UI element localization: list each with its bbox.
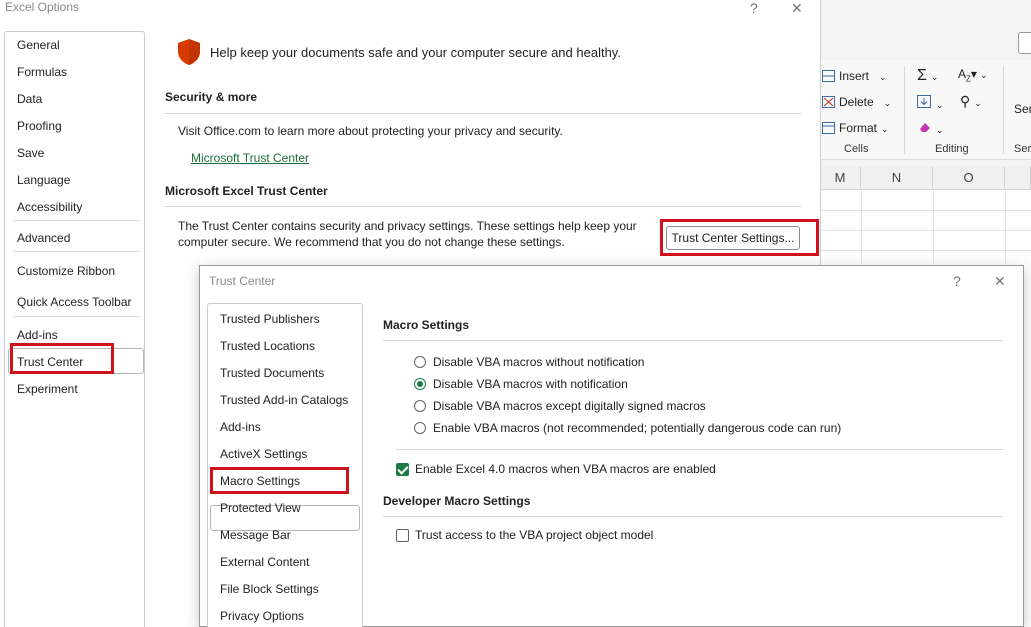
microsoft-trust-center-link[interactable]: Microsoft Trust Center <box>191 151 309 165</box>
nav-divider <box>13 251 140 252</box>
checkbox-trust-vba-object-model[interactable]: Trust access to the VBA project object m… <box>396 527 653 543</box>
delete-button[interactable]: Delete ⌄ <box>822 95 891 109</box>
nav-item-accessibility[interactable]: Accessibility <box>17 200 82 214</box>
nav-item-add-ins[interactable]: Add-ins <box>220 420 261 434</box>
nav-divider <box>13 220 140 221</box>
checkbox-checked[interactable] <box>396 462 409 476</box>
sensitivity-group-label: Ser <box>1014 143 1031 155</box>
section-divider <box>165 206 801 207</box>
highlight-macro-settings-nav <box>210 467 349 494</box>
highlight-trust-center-settings <box>660 219 819 256</box>
radio-button-selected[interactable] <box>414 378 426 390</box>
cells-group-label: Cells <box>844 143 869 155</box>
radio-button[interactable] <box>414 400 426 412</box>
nav-item-proofing[interactable]: Proofing <box>17 119 62 133</box>
trust-center-section-title: Microsoft Excel Trust Center <box>165 184 328 198</box>
ribbon-divider <box>904 66 905 154</box>
sensitivity-button[interactable]: Ser <box>1014 102 1031 116</box>
column-header-n[interactable]: N <box>861 166 933 190</box>
insert-button[interactable]: Insert ⌄ <box>822 69 887 83</box>
nav-item-trusted-publishers[interactable]: Trusted Publishers <box>220 312 320 326</box>
options-nav: General Formulas Data Proofing Save Lang… <box>4 31 145 627</box>
nav-item-privacy-options[interactable]: Privacy Options <box>220 609 304 623</box>
section-divider <box>396 449 1003 450</box>
nav-item-save[interactable]: Save <box>17 146 44 160</box>
section-divider <box>383 516 1003 517</box>
nav-item-language[interactable]: Language <box>17 173 70 187</box>
dialog-title: Trust Center <box>209 274 276 288</box>
column-header-m[interactable]: M <box>820 166 861 190</box>
nav-item-trusted-documents[interactable]: Trusted Documents <box>220 366 324 380</box>
nav-item-file-block-settings[interactable]: File Block Settings <box>220 582 319 596</box>
insert-cells-icon <box>822 70 835 82</box>
shield-icon <box>178 39 200 65</box>
radio-disable-except-signed[interactable]: Disable VBA macros except digitally sign… <box>414 398 706 414</box>
security-description: Visit Office.com to learn more about pro… <box>178 124 563 138</box>
find-select-icon[interactable]: ⚲ ⌄ <box>960 93 982 110</box>
close-button[interactable]: ✕ <box>791 0 803 17</box>
nav-item-customize-ribbon[interactable]: Customize Ribbon <box>17 264 115 278</box>
nav-item-general[interactable]: General <box>17 38 60 52</box>
grid-line <box>820 250 1031 251</box>
column-header-p[interactable] <box>1005 166 1031 190</box>
checkbox-enable-excel4-macros[interactable]: Enable Excel 4.0 macros when VBA macros … <box>396 461 716 477</box>
chevron-down-icon: ⌄ <box>881 124 889 134</box>
radio-disable-without-notification[interactable]: Disable VBA macros without notification <box>414 354 644 370</box>
nav-item-data[interactable]: Data <box>17 92 42 106</box>
section-divider <box>383 340 1003 341</box>
nav-item-experiment[interactable]: Experiment <box>17 382 78 396</box>
dialog-title: Excel Options <box>5 0 80 14</box>
radio-enable-vba-macros[interactable]: Enable VBA macros (not recommended; pote… <box>414 420 841 436</box>
nav-item-quick-access-toolbar[interactable]: Quick Access Toolbar <box>17 295 132 309</box>
column-header-o[interactable]: O <box>933 166 1005 190</box>
trust-center-nav: Trusted Publishers Trusted Locations Tru… <box>207 303 363 627</box>
macro-settings-title: Macro Settings <box>383 318 470 332</box>
developer-macro-settings-title: Developer Macro Settings <box>383 494 531 508</box>
trust-center-description: The Trust Center contains security and p… <box>178 219 637 249</box>
checkbox-unchecked[interactable] <box>396 528 409 542</box>
chevron-down-icon: ⌄ <box>883 98 892 108</box>
editing-group-label: Editing <box>935 143 969 155</box>
highlight-trust-center-nav <box>10 343 114 374</box>
nav-item-trusted-add-in-catalogs[interactable]: Trusted Add-in Catalogs <box>220 393 348 407</box>
radio-button[interactable] <box>414 356 426 368</box>
help-button[interactable]: ? <box>750 0 758 16</box>
chevron-down-icon: ⌄ <box>879 72 887 82</box>
close-button[interactable]: ✕ <box>994 273 1006 290</box>
nav-item-protected-view[interactable]: Protected View <box>220 501 301 515</box>
autosum-icon[interactable]: Σ ⌄ <box>917 67 938 85</box>
format-button[interactable]: Format ⌄ <box>822 121 889 135</box>
section-divider <box>165 113 801 114</box>
comments-icon[interactable] <box>1018 32 1031 54</box>
security-section-title: Security & more <box>165 90 258 104</box>
grid-line <box>820 230 1031 231</box>
nav-item-add-ins[interactable]: Add-ins <box>17 328 58 342</box>
nav-item-activex-settings[interactable]: ActiveX Settings <box>220 447 307 461</box>
ribbon: Insert ⌄ Delete ⌄ Format ⌄ Cells Σ ⌄ AZ▾ ⌄ ⌄ … <box>820 60 1031 160</box>
ribbon-divider <box>1003 66 1004 154</box>
nav-divider <box>13 316 140 317</box>
trust-center-dialog: Trust Center ? ✕ Trusted Publishers Trus… <box>199 265 1024 627</box>
sort-filter-icon[interactable]: AZ▾ ⌄ <box>958 67 987 83</box>
radio-button[interactable] <box>414 422 426 434</box>
nav-item-trusted-locations[interactable]: Trusted Locations <box>220 339 315 353</box>
radio-disable-with-notification[interactable]: Disable VBA macros with notification <box>414 376 628 392</box>
help-button[interactable]: ? <box>953 273 961 289</box>
hero-text: Help keep your documents safe and your c… <box>210 45 621 60</box>
nav-item-advanced[interactable]: Advanced <box>17 231 70 245</box>
fill-icon[interactable]: ⌄ <box>917 95 944 111</box>
format-cells-icon <box>822 122 835 134</box>
nav-item-message-bar[interactable]: Message Bar <box>220 528 291 542</box>
nav-item-external-content[interactable]: External Content <box>220 555 309 569</box>
delete-cells-icon <box>822 96 835 108</box>
clear-icon[interactable]: ⌄ <box>918 121 944 136</box>
nav-item-formulas[interactable]: Formulas <box>17 65 67 79</box>
grid-line <box>820 210 1031 211</box>
